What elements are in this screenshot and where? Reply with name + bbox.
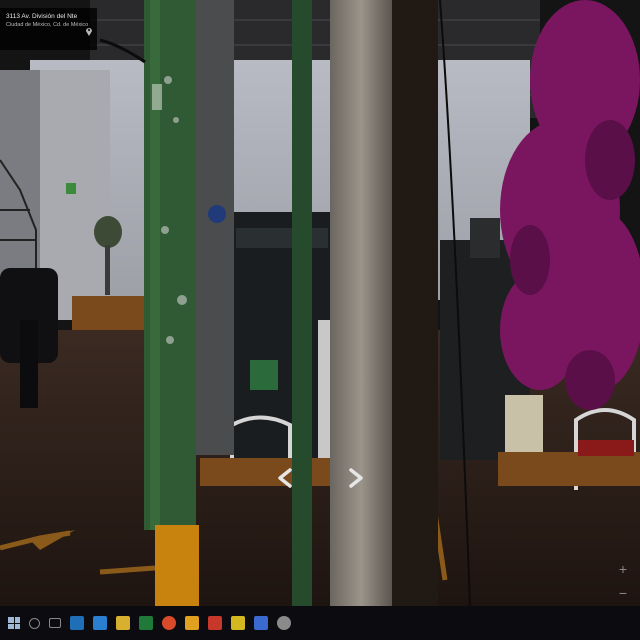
taskbar: [0, 606, 640, 640]
folder-icon[interactable]: [116, 616, 130, 630]
chevron-left-icon[interactable]: [272, 464, 300, 492]
powerpoint-icon[interactable]: [208, 616, 222, 630]
store-icon[interactable]: [70, 616, 84, 630]
task-view-icon[interactable]: [49, 618, 61, 628]
zoom-in-button[interactable]: +: [612, 560, 634, 578]
chevron-right-icon[interactable]: [341, 464, 369, 492]
address-card[interactable]: 3113 Av. División del Nte Ciudad de Méxi…: [0, 8, 97, 50]
app-icon[interactable]: [231, 616, 245, 630]
street-view-panorama[interactable]: 3113 Av. División del Nte Ciudad de Méxi…: [0, 0, 640, 606]
address-street: 3113 Av. División del Nte: [6, 13, 78, 20]
zoom-out-button[interactable]: −: [612, 584, 634, 602]
search-icon[interactable]: [29, 617, 40, 629]
map-pin-icon: [86, 28, 92, 36]
mail-icon[interactable]: [93, 616, 107, 630]
start-icon[interactable]: [8, 617, 20, 629]
street-scene: [0, 0, 640, 606]
address-city: Ciudad de México, Cd. de México: [6, 22, 89, 28]
chrome-icon[interactable]: [162, 616, 176, 630]
word-icon[interactable]: [185, 616, 199, 630]
paint-icon[interactable]: [254, 616, 268, 630]
browser-icon[interactable]: [277, 616, 291, 630]
excel-icon[interactable]: [139, 616, 153, 630]
